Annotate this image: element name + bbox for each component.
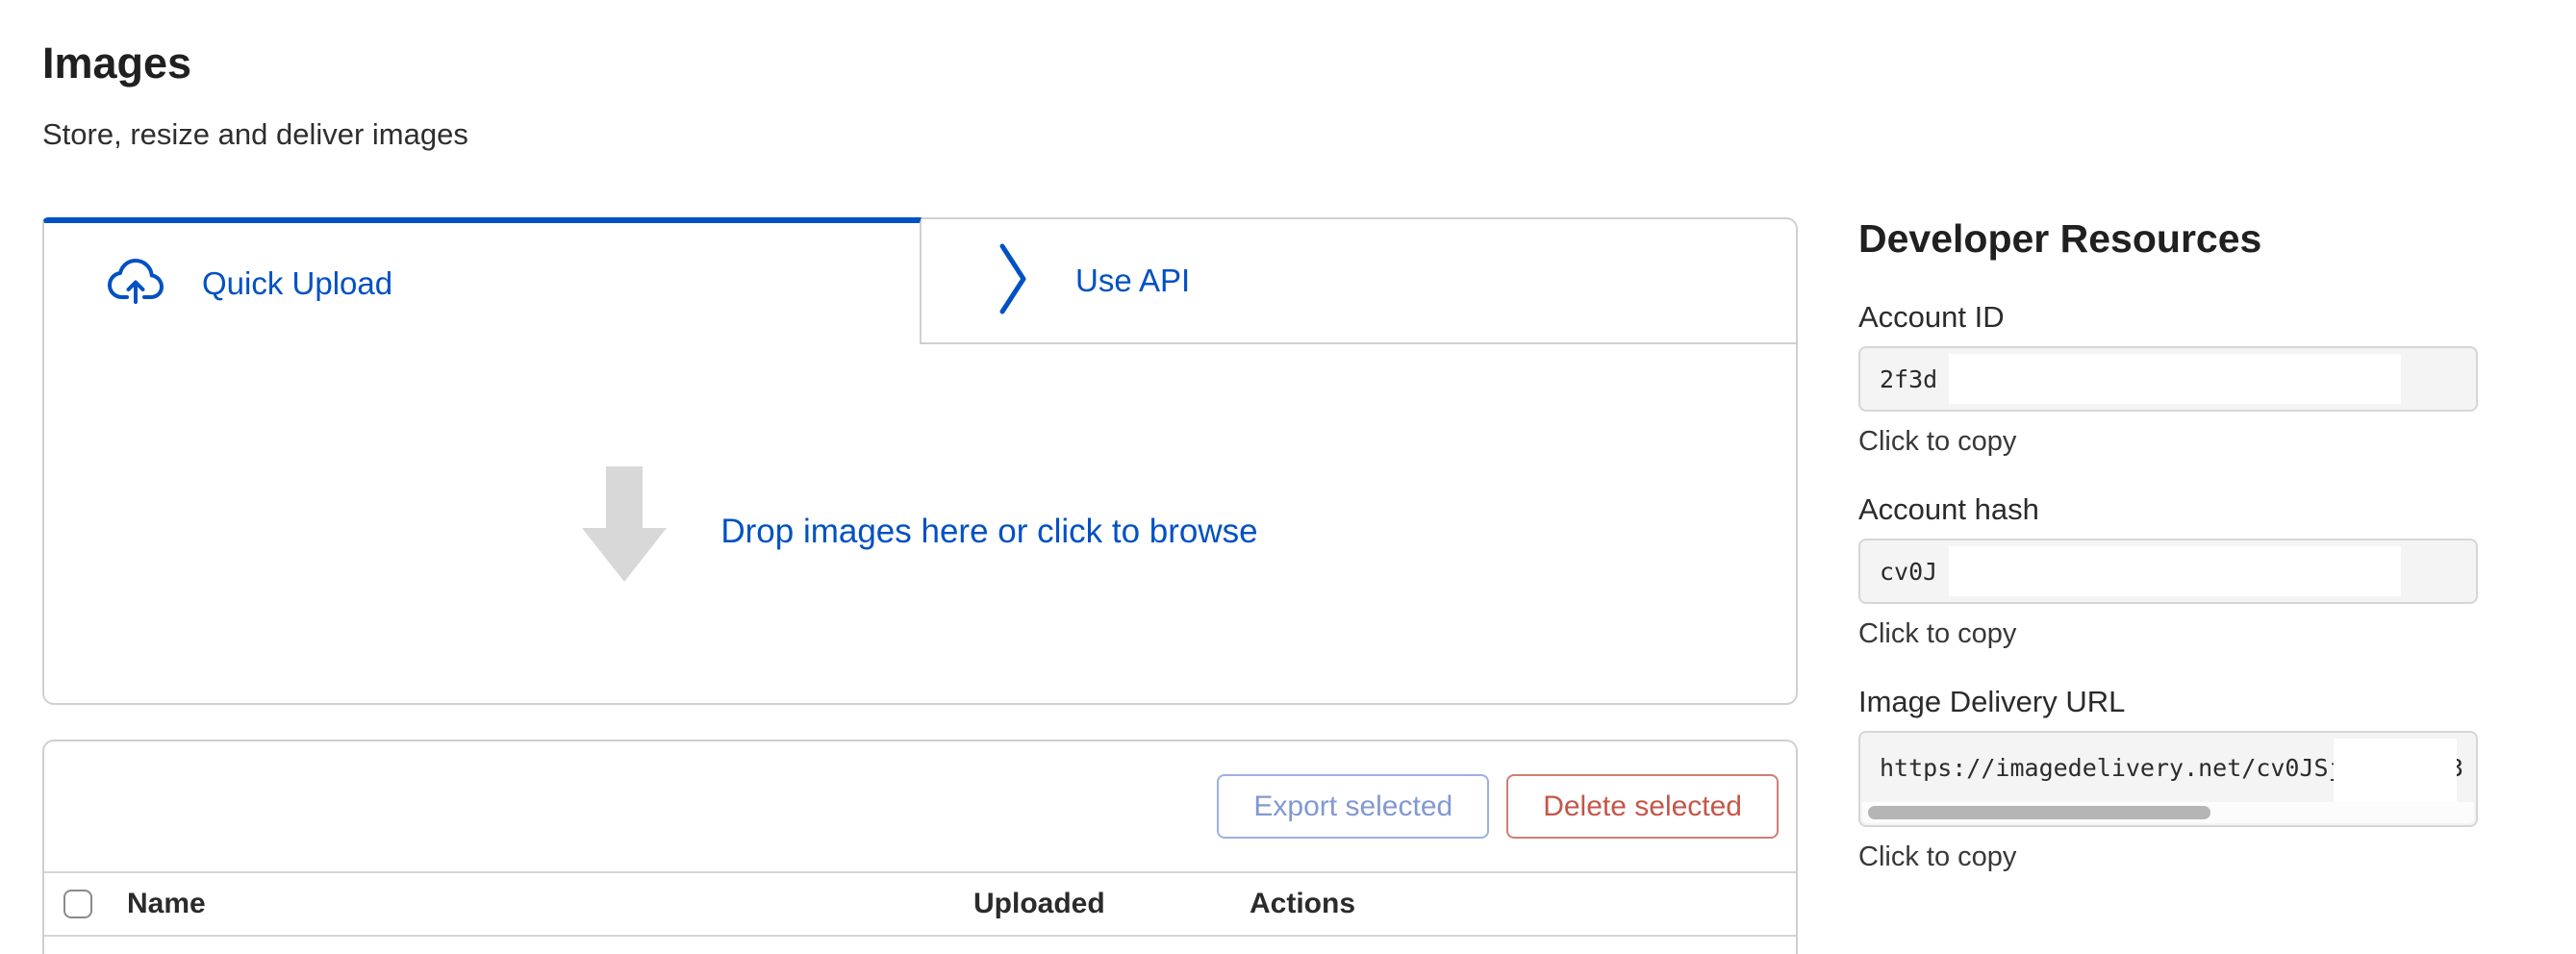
column-header-name: Name [127, 888, 206, 920]
table-header-row: Name Uploaded Actions [44, 873, 1796, 935]
tab-use-api-label: Use API [1075, 263, 1190, 299]
table-toolbar: Export selected Delete selected [44, 741, 1796, 871]
redaction-overlay [2334, 739, 2457, 802]
account-id-field[interactable]: 2f3d [1858, 346, 2478, 412]
tab-quick-upload[interactable]: Quick Upload [42, 217, 922, 344]
horizontal-scrollbar-track [1862, 802, 2474, 823]
click-to-copy-hint: Click to copy [1858, 425, 2478, 458]
account-id-label: Account ID [1858, 300, 2478, 335]
page-subtitle: Store, resize and deliver images [42, 117, 1798, 152]
chevron-right-icon [997, 240, 1029, 322]
tab-quick-upload-label: Quick Upload [202, 265, 392, 302]
main-column: Images Store, resize and deliver images … [42, 0, 1798, 954]
down-arrow-icon [582, 466, 667, 582]
column-header-actions: Actions [1250, 888, 1355, 920]
tab-use-api[interactable]: Use API [922, 217, 1798, 344]
account-hash-group: Account hash cv0J Click to copy [1858, 492, 2478, 650]
account-id-group: Account ID 2f3d Click to copy [1858, 300, 2478, 458]
image-delivery-url-value: https://imagedelivery.net/cv0JSj [1880, 754, 2343, 782]
click-to-copy-hint: Click to copy [1858, 617, 2478, 650]
image-delivery-url-group: Image Delivery URL https://imagedelivery… [1858, 685, 2478, 873]
images-page: Images Store, resize and deliver images … [0, 0, 2576, 954]
page-title: Images [42, 38, 1798, 88]
dropzone-label: Drop images here or click to browse [720, 513, 1257, 551]
image-delivery-url-field[interactable]: https://imagedelivery.net/cv0JSj 3 [1858, 731, 2478, 827]
export-selected-button[interactable]: Export selected [1217, 774, 1489, 839]
account-hash-field[interactable]: cv0J [1858, 539, 2478, 604]
upload-tabs: Quick Upload Use API [42, 217, 1798, 344]
redaction-overlay [1949, 354, 2401, 404]
redaction-overlay [1949, 546, 2401, 596]
delete-selected-button[interactable]: Delete selected [1506, 774, 1779, 839]
header-divider [44, 935, 1796, 937]
select-all-checkbox[interactable] [63, 890, 92, 918]
horizontal-scrollbar-thumb[interactable] [1868, 806, 2210, 819]
account-id-value: 2f3d [1880, 365, 1937, 393]
account-hash-value: cv0J [1880, 558, 1937, 586]
image-delivery-url-label: Image Delivery URL [1858, 685, 2478, 719]
image-dropzone[interactable]: Drop images here or click to browse [42, 344, 1798, 705]
images-table-card: Export selected Delete selected Name Upl… [42, 740, 1798, 954]
account-hash-label: Account hash [1858, 492, 2478, 527]
click-to-copy-hint: Click to copy [1858, 841, 2478, 873]
cloud-upload-icon [106, 258, 165, 311]
developer-resources-panel: Developer Resources Account ID 2f3d Clic… [1858, 215, 2478, 873]
column-header-uploaded: Uploaded [973, 888, 1105, 920]
sidebar-title: Developer Resources [1858, 215, 2478, 262]
